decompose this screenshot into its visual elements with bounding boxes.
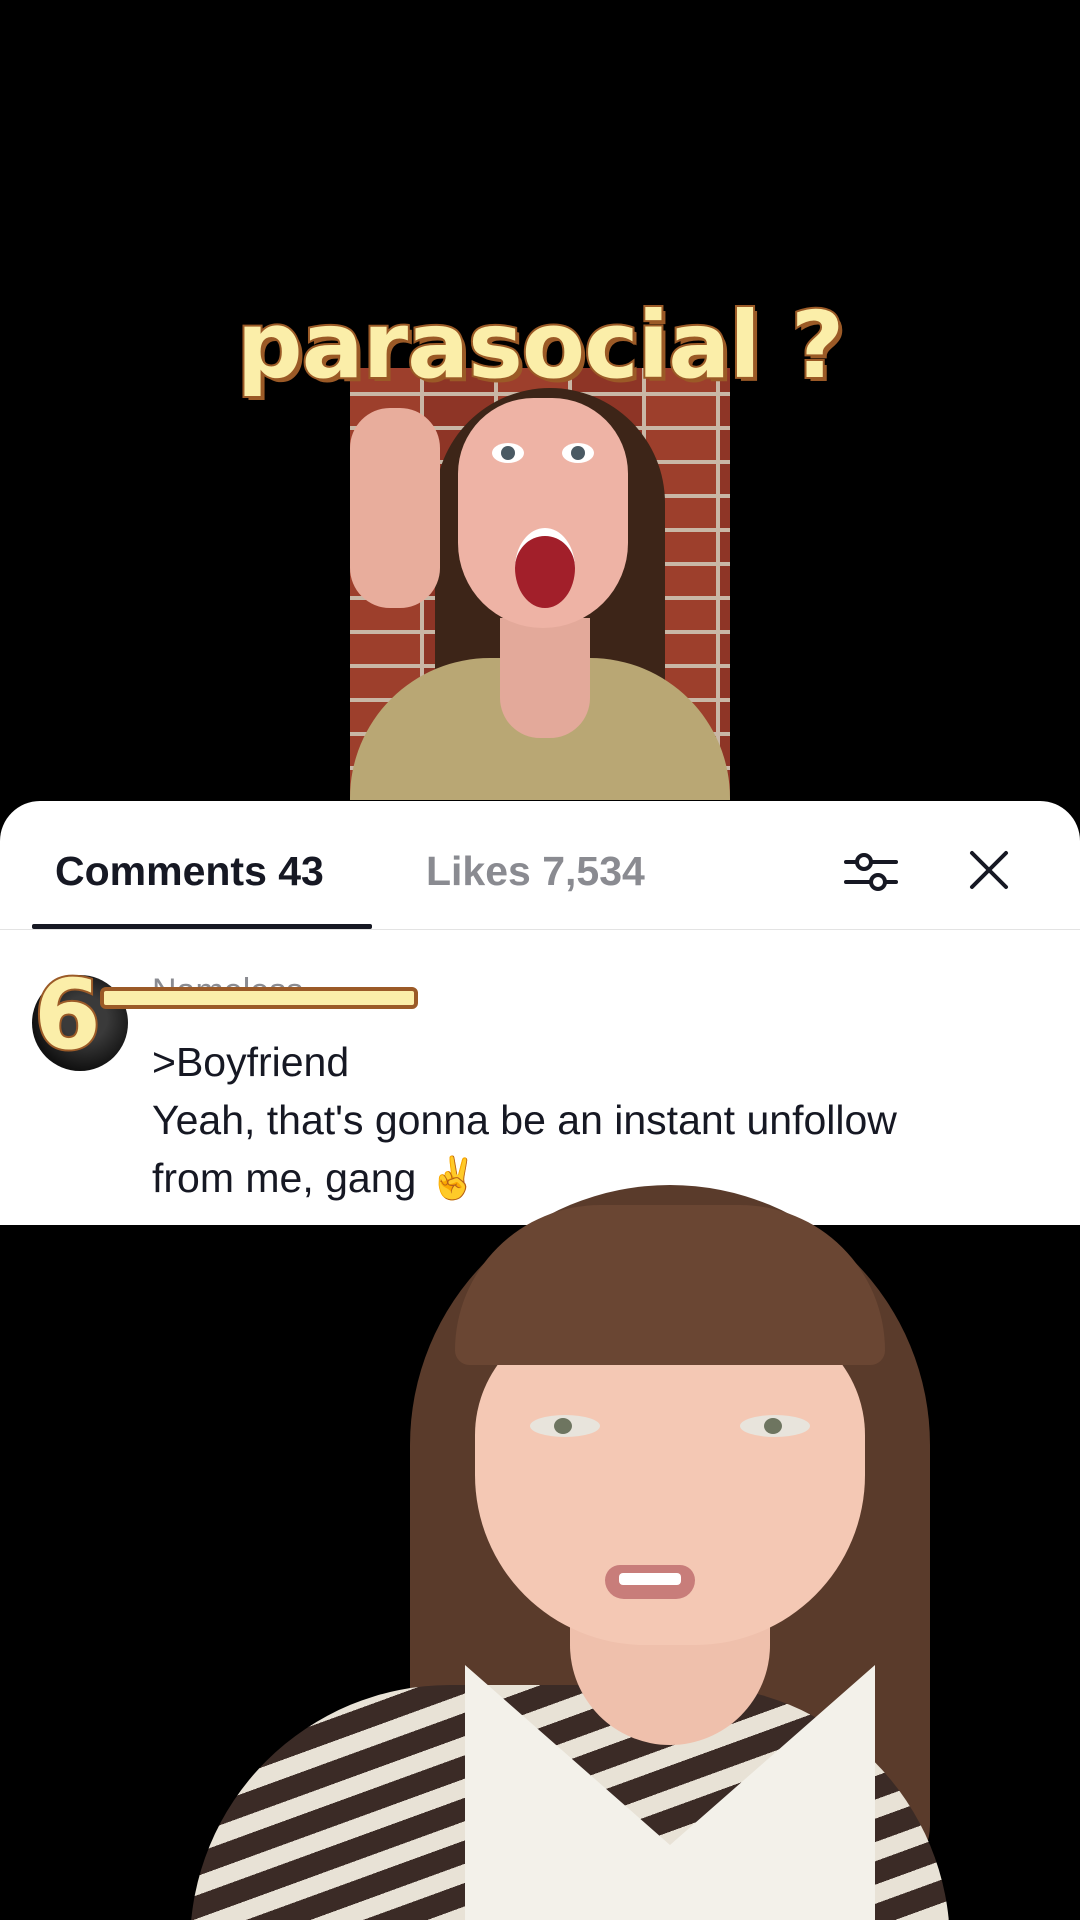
comment-line: Yeah, that's gonna be an instant unfollo… (152, 1097, 897, 1143)
reacted-person-mouth (515, 528, 575, 608)
reacted-person-eye-left (492, 443, 524, 463)
comment-line: >Boyfriend (152, 1039, 350, 1085)
username-redaction-bar (100, 987, 418, 1009)
rank-number-overlay: 6 (32, 959, 103, 1071)
reacted-person-neck (500, 618, 590, 738)
comment-item[interactable]: Nameless 6 >Boyfriend Yeah, that's gonna… (0, 929, 1080, 1225)
reacted-person-eye-right (562, 443, 594, 463)
presenter-eye-right (740, 1415, 810, 1437)
video-caption: parasocial ? (235, 292, 846, 399)
sliders-icon[interactable] (842, 843, 900, 901)
comment-text: >Boyfriend Yeah, that's gonna be an inst… (152, 1033, 1032, 1207)
reacted-person-hand (350, 408, 440, 608)
presenter-eye-left (530, 1415, 600, 1437)
tab-comments[interactable]: Comments 43 (55, 843, 324, 899)
presenter-video (130, 1185, 950, 1920)
comment-panel: Comments 43 Likes 7,534 Nameless 6 >Boyf… (0, 801, 1080, 1225)
reacted-video (350, 368, 730, 800)
video-stage[interactable]: parasocial ? Comments 43 Likes 7,534 Nam… (0, 0, 1080, 1920)
presenter-bangs (455, 1205, 885, 1365)
tab-likes[interactable]: Likes 7,534 (426, 843, 645, 899)
presenter-mouth (605, 1565, 695, 1599)
tab-bar: Comments 43 Likes 7,534 (0, 801, 1080, 930)
close-icon[interactable] (966, 847, 1012, 893)
